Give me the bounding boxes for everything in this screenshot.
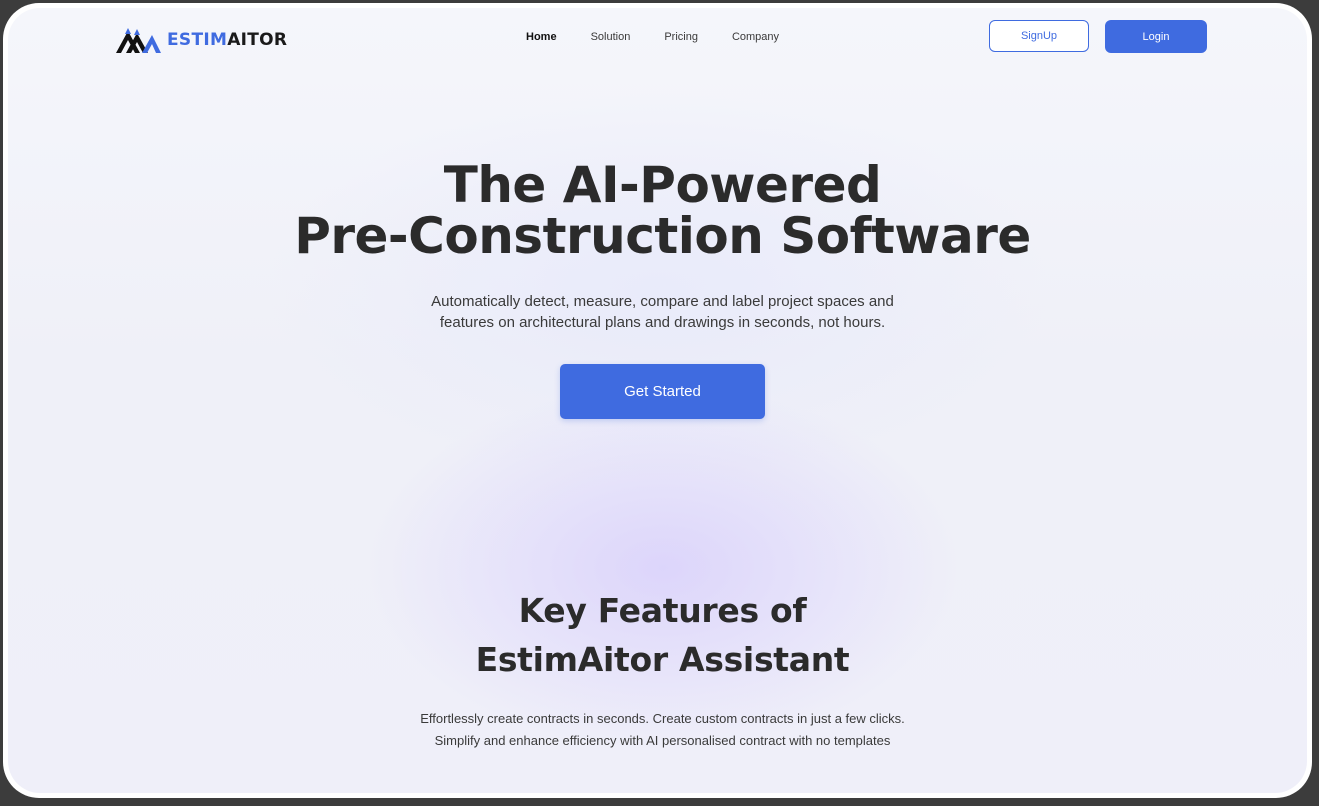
nav-item-pricing[interactable]: Pricing [664, 28, 698, 46]
nav-item-company[interactable]: Company [732, 28, 779, 46]
brand-name-accent: ESTIM [167, 30, 228, 50]
signup-button[interactable]: SignUp [989, 20, 1089, 52]
features-description-line-1: Effortlessly create contracts in seconds… [420, 711, 905, 726]
nav-item-home[interactable]: Home [526, 28, 557, 46]
features-title: Key Features of EstimAitor Assistant [8, 586, 1307, 684]
main-nav: Home Solution Pricing Company [526, 28, 813, 46]
hero-title-line-2: Pre-Construction Software [294, 207, 1031, 265]
features-title-line-2: EstimAitor Assistant [475, 640, 850, 679]
hero-subtitle-line-1: Automatically detect, measure, compare a… [431, 293, 894, 310]
hero-subtitle-line-2: features on architectural plans and draw… [439, 314, 886, 331]
mountain-peaks-logo-icon [115, 26, 161, 54]
hero-title: The AI-Powered Pre-Construction Software [8, 160, 1307, 262]
device-frame: ESTIMAITOR Home Solution Pricing Company… [0, 0, 1319, 806]
landing-page: ESTIMAITOR Home Solution Pricing Company… [8, 8, 1307, 793]
device-screen: ESTIMAITOR Home Solution Pricing Company… [3, 3, 1312, 798]
login-button[interactable]: Login [1105, 20, 1207, 53]
get-started-button[interactable]: Get Started [560, 364, 765, 419]
hero-subtitle: Automatically detect, measure, compare a… [8, 291, 1307, 333]
hero-title-line-1: The AI-Powered [443, 156, 882, 214]
features-description-line-2: Simplify and enhance efficiency with AI … [434, 733, 891, 748]
brand-name: ESTIMAITOR [167, 30, 287, 50]
features-description: Effortlessly create contracts in seconds… [8, 708, 1307, 752]
nav-item-solution[interactable]: Solution [591, 28, 631, 46]
features-title-line-1: Key Features of [518, 591, 807, 630]
brand-name-rest: AITOR [227, 30, 288, 50]
brand-logo[interactable]: ESTIMAITOR [115, 23, 287, 57]
